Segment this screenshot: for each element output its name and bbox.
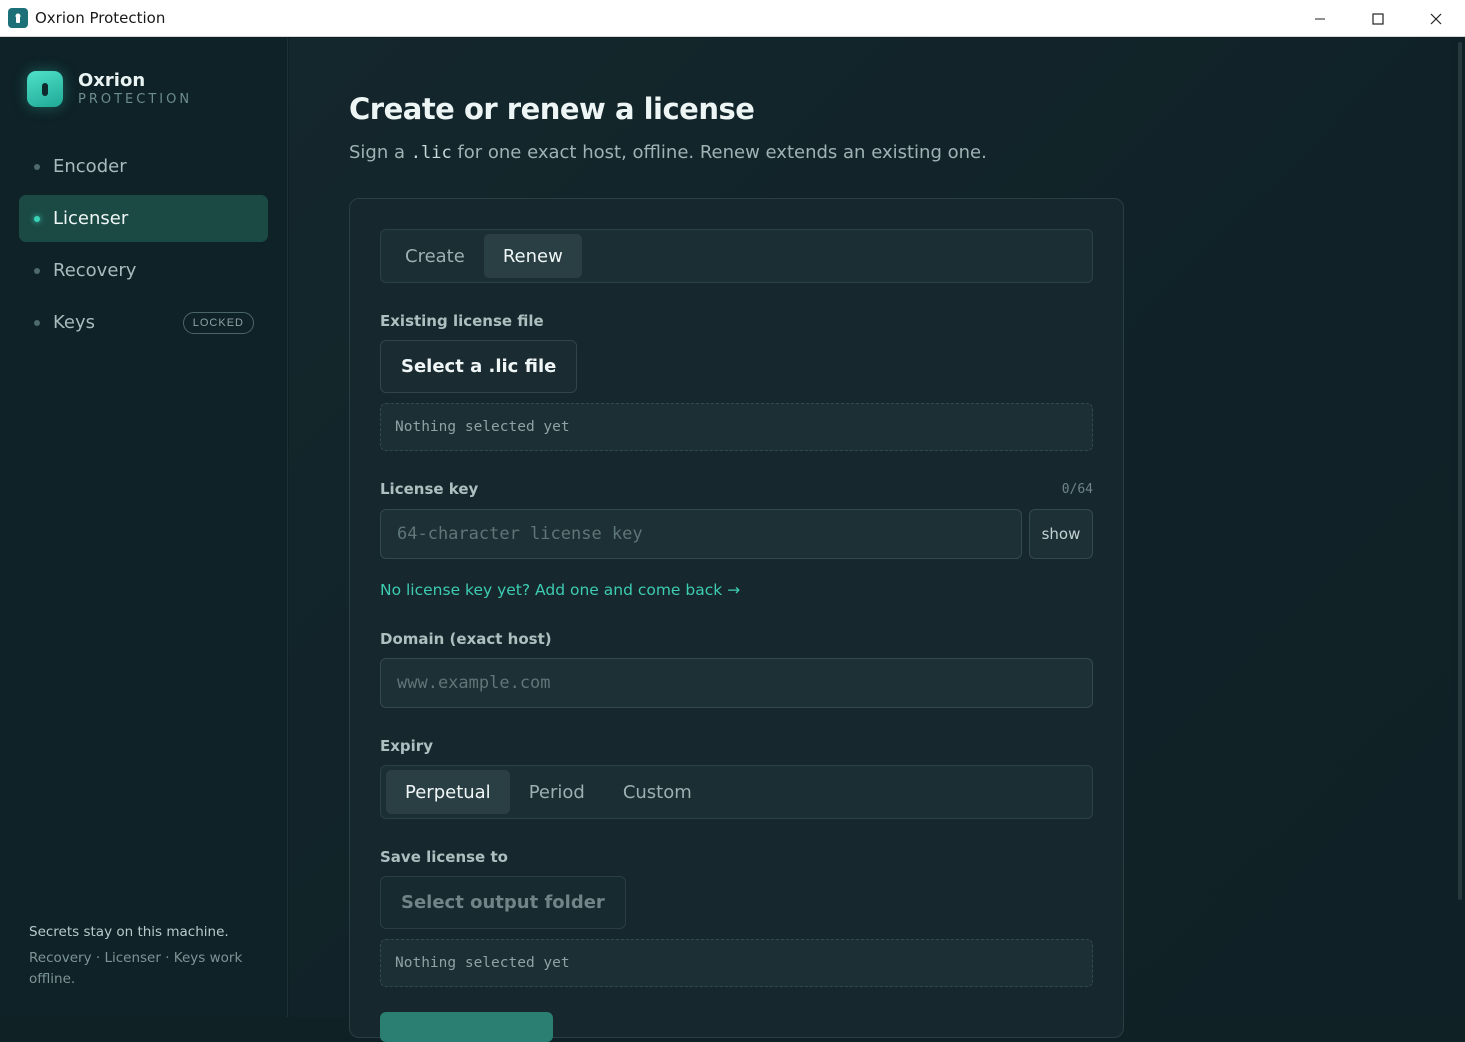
sidebar-footer: Secrets stay on this machine. Recovery ·… xyxy=(29,924,249,990)
save-to-label: Save license to xyxy=(380,848,508,866)
brand: Oxrion PROTECTION xyxy=(27,71,192,107)
show-key-button[interactable]: show xyxy=(1029,509,1093,559)
tab-create[interactable]: Create xyxy=(386,234,484,278)
brand-name: Oxrion xyxy=(78,70,146,91)
close-icon xyxy=(1430,13,1442,24)
expiry-custom[interactable]: Custom xyxy=(604,770,711,814)
page-subtitle: Sign a .lic for one exact host, offline.… xyxy=(349,142,987,163)
sidebar-item-label: Encoder xyxy=(53,156,127,177)
mode-tabs: Create Renew xyxy=(380,229,1093,283)
maximize-button[interactable] xyxy=(1349,0,1407,37)
app-shield-icon xyxy=(8,8,28,28)
page-title: Create or renew a license xyxy=(349,92,755,126)
minimize-icon xyxy=(1315,18,1325,19)
license-key-input[interactable] xyxy=(380,509,1022,559)
sidebar-nav: Encoder Licenser Recovery Keys LOCKED xyxy=(19,143,268,351)
window-title: Oxrion Protection xyxy=(35,9,166,27)
sidebar-item-label: Recovery xyxy=(53,260,137,281)
expiry-label: Expiry xyxy=(380,737,433,755)
bullet-icon xyxy=(34,163,40,170)
select-output-folder-button[interactable]: Select output folder xyxy=(380,876,626,929)
expiry-perpetual[interactable]: Perpetual xyxy=(386,770,510,814)
scrollbar-thumb[interactable] xyxy=(1458,42,1462,900)
close-window-button[interactable] xyxy=(1407,0,1465,37)
brand-subtitle: PROTECTION xyxy=(78,92,193,107)
add-license-key-link[interactable]: No license key yet? Add one and come bac… xyxy=(380,581,740,599)
sidebar-item-keys[interactable]: Keys LOCKED xyxy=(19,299,268,346)
sidebar-item-licenser[interactable]: Licenser xyxy=(19,195,268,242)
existing-file-path: Nothing selected yet xyxy=(380,403,1093,451)
license-key-label: License key xyxy=(380,480,479,498)
bullet-icon xyxy=(34,319,40,326)
minimize-button[interactable] xyxy=(1291,0,1349,37)
license-key-counter: 0/64 xyxy=(1061,482,1093,497)
sidebar-item-encoder[interactable]: Encoder xyxy=(19,143,268,190)
footer-subnote: Recovery · Licenser · Keys work offline. xyxy=(29,950,243,987)
license-form-card: Create Renew Existing license file Selec… xyxy=(349,198,1124,1042)
brand-logo-icon xyxy=(27,71,63,107)
window-titlebar: Oxrion Protection xyxy=(0,0,1465,37)
main-content: Create or renew a license Sign a .lic fo… xyxy=(289,38,1453,1042)
select-lic-file-button[interactable]: Select a .lic file xyxy=(380,340,578,393)
locked-badge: LOCKED xyxy=(182,312,254,334)
sidebar: Oxrion PROTECTION Encoder Licenser Recov… xyxy=(0,38,288,1017)
domain-label: Domain (exact host) xyxy=(380,630,552,648)
tab-renew[interactable]: Renew xyxy=(483,234,582,278)
existing-file-label: Existing license file xyxy=(380,312,544,330)
bullet-icon xyxy=(34,267,40,274)
bullet-icon xyxy=(34,215,40,222)
file-extension: .lic xyxy=(410,143,452,163)
sidebar-item-label: Licenser xyxy=(53,208,129,229)
expiry-period[interactable]: Period xyxy=(510,770,604,814)
domain-input[interactable] xyxy=(380,658,1093,708)
expiry-options: Perpetual Period Custom xyxy=(380,765,1093,819)
sidebar-item-label: Keys xyxy=(53,312,96,333)
sidebar-item-recovery[interactable]: Recovery xyxy=(19,247,268,294)
footer-note: Secrets stay on this machine. xyxy=(29,924,229,940)
output-folder-path: Nothing selected yet xyxy=(380,939,1093,987)
maximize-icon xyxy=(1372,12,1384,25)
